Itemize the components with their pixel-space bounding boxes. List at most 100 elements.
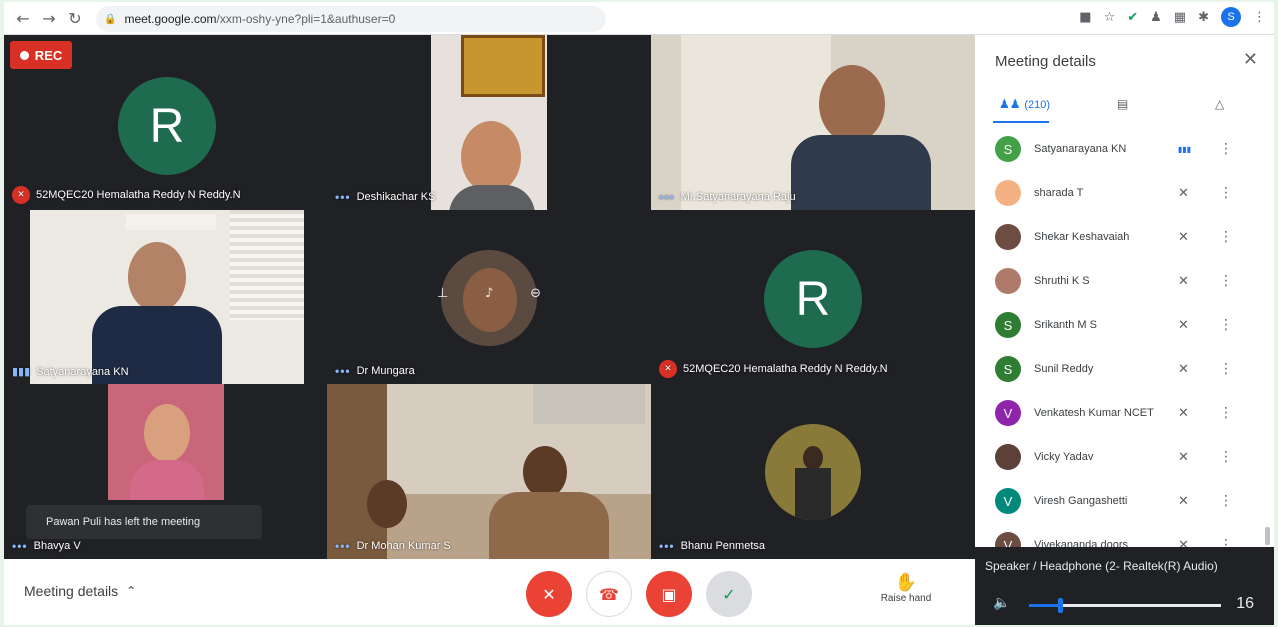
window-blinds [230, 210, 304, 320]
address-bar[interactable]: 🔒 meet.google.com /xxm-oshy-yne?pli=1&au… [96, 6, 606, 32]
mic-toggle-button[interactable]: ✕ [526, 571, 572, 617]
tile-name-label: Bhanu Penmetsa [680, 540, 765, 552]
participant-row[interactable]: S Satyanarayana KN ▮▮▮ ⋮ [975, 127, 1274, 171]
door-frame [327, 384, 387, 559]
participant-name: Venkatesh Kumar NCET [1034, 407, 1154, 419]
extension-icons: ■ ☆ ✔ ♟ ▦ ✱ S ⋮ [1079, 7, 1266, 27]
people-icon: ♟♟ [999, 97, 1021, 111]
remove-participant-icon[interactable]: ⊖ [530, 286, 541, 308]
extension-check-button[interactable]: ✓ [706, 571, 752, 617]
lock-icon: 🔒 [104, 13, 117, 25]
camera-toggle-button[interactable]: ▣ [646, 571, 692, 617]
meeting-details-button[interactable]: Meeting details ⌃ [24, 583, 136, 599]
mic-off-icon[interactable]: ✕ [1178, 274, 1189, 289]
participant-name: Viresh Gangashetti [1034, 495, 1128, 507]
video-tile[interactable]: ⊥ ♪ ⊖ ••• Dr Mungara [327, 210, 651, 384]
participant-row[interactable]: S Srikanth M S ✕ ⋮ [975, 303, 1274, 347]
video-tile[interactable]: ••• Mr.Satyanarayana Raju [651, 35, 975, 210]
more-options-icon[interactable]: ⋮ [1219, 405, 1233, 421]
mic-off-icon[interactable]: ✕ [1178, 230, 1189, 245]
wall-painting [461, 35, 545, 97]
audio-dots-icon: ••• [659, 539, 675, 553]
avatar: V [995, 488, 1021, 514]
forward-icon[interactable]: → [36, 5, 62, 31]
more-options-icon[interactable]: ⋮ [1219, 185, 1233, 201]
back-icon[interactable]: ← [10, 5, 36, 31]
puzzle-icon[interactable]: ✱ [1198, 10, 1209, 25]
participant-row[interactable]: sharada T ✕ ⋮ [975, 171, 1274, 215]
speaker-strip: Speaker / Headphone (2- Realtek(R) Audio… [975, 547, 1274, 625]
participant-row[interactable]: Vicky Yadav ✕ ⋮ [975, 435, 1274, 479]
check-extension-icon[interactable]: ✔ [1127, 10, 1138, 25]
camera-icon[interactable]: ■ [1079, 10, 1091, 25]
star-icon[interactable]: ☆ [1104, 10, 1116, 25]
participant-row[interactable]: Shruthi K S ✕ ⋮ [975, 259, 1274, 303]
mute-participant-icon[interactable]: ♪ [485, 286, 493, 308]
speaker-device-label: Speaker / Headphone (2- Realtek(R) Audio… [985, 559, 1218, 573]
raise-hand-label: Raise hand [880, 593, 932, 604]
participant-avatar: R [118, 77, 216, 175]
mic-off-icon[interactable]: ✕ [1178, 186, 1189, 201]
video-feed [431, 35, 547, 210]
more-options-icon[interactable]: ⋮ [1219, 493, 1233, 509]
video-tile[interactable]: ••• Dr Mohan Kumar S [327, 384, 651, 559]
participant-name: sharada T [1034, 187, 1084, 199]
video-tile[interactable]: ••• Bhanu Penmetsa [651, 384, 975, 559]
avatar: S [995, 312, 1021, 338]
more-options-icon[interactable]: ⋮ [1219, 537, 1233, 547]
participant-row[interactable]: Shekar Keshavaiah ✕ ⋮ [975, 215, 1274, 259]
video-feed [108, 384, 224, 500]
more-options-icon[interactable]: ⋮ [1219, 229, 1233, 245]
more-options-icon[interactable]: ⋮ [1219, 361, 1233, 377]
notice-board [533, 384, 645, 424]
participant-list-scrollbar[interactable] [1265, 527, 1270, 545]
speaking-icon[interactable]: ▮▮▮ [1178, 145, 1191, 154]
leave-call-button[interactable]: ☎ [586, 571, 632, 617]
participant-row[interactable]: V Venkatesh Kumar NCET ✕ ⋮ [975, 391, 1274, 435]
person-body [130, 460, 204, 500]
mic-off-icon[interactable]: ✕ [1178, 494, 1189, 509]
grid-extension-icon[interactable]: ▦ [1174, 10, 1186, 25]
mic-off-icon: ✕ [12, 186, 30, 204]
tab-people[interactable]: ♟♟ (210) [999, 97, 1050, 111]
video-grid: REC R ✕ 52MQEC20 Hemalatha Reddy N Reddy… [4, 35, 975, 559]
volume-fill [1029, 604, 1060, 607]
mic-off-icon[interactable]: ✕ [1178, 538, 1189, 548]
url-host: meet.google.com [124, 12, 217, 26]
profile-avatar[interactable]: S [1221, 7, 1241, 27]
pin-icon[interactable]: ⊥ [437, 286, 448, 308]
more-options-icon[interactable]: ⋮ [1219, 317, 1233, 333]
video-tile[interactable]: ••• Deshikachar KS [327, 35, 651, 210]
more-options-icon[interactable]: ⋮ [1219, 141, 1233, 157]
video-tile[interactable]: ▮▮▮ Satyanarayana KN [4, 210, 327, 384]
participant-name: Shruthi K S [1034, 275, 1090, 287]
participant-name: Sunil Reddy [1034, 363, 1094, 375]
volume-knob[interactable] [1057, 598, 1063, 613]
audio-dots-icon: ••• [335, 190, 351, 204]
volume-slider[interactable] [1029, 598, 1221, 613]
tab-chat[interactable]: ▤ [1117, 97, 1128, 111]
tab-activities[interactable]: △ [1215, 97, 1224, 111]
close-icon[interactable]: ✕ [1243, 49, 1258, 70]
video-tile[interactable]: R ✕ 52MQEC20 Hemalatha Reddy N Reddy.N [651, 210, 975, 384]
avatar: V [995, 400, 1021, 426]
raise-hand-button[interactable]: ✋ Raise hand [874, 573, 938, 605]
person-head [523, 446, 567, 498]
mic-off-icon[interactable]: ✕ [1178, 362, 1189, 377]
person-head [803, 446, 823, 470]
menu-icon[interactable]: ⋮ [1253, 10, 1266, 25]
avatar: S [995, 136, 1021, 162]
person-extension-icon[interactable]: ♟ [1150, 10, 1162, 25]
volume-icon[interactable]: 🔈 [993, 595, 1010, 611]
mic-off-icon[interactable]: ✕ [1178, 450, 1189, 465]
call-controls-bar: Meeting details ⌃ ✕ ☎ ▣ ✓ ✋ Raise hand [4, 559, 975, 625]
more-options-icon[interactable]: ⋮ [1219, 449, 1233, 465]
mic-off-icon[interactable]: ✕ [1178, 406, 1189, 421]
reload-icon[interactable]: ↻ [62, 5, 88, 31]
tile-name-label: Bhavya V [33, 540, 81, 552]
mic-off-icon[interactable]: ✕ [1178, 318, 1189, 333]
more-options-icon[interactable]: ⋮ [1219, 273, 1233, 289]
participant-row[interactable]: V Vivekananda doors ✕ ⋮ [975, 523, 1274, 547]
participant-row[interactable]: V Viresh Gangashetti ✕ ⋮ [975, 479, 1274, 523]
participant-row[interactable]: S Sunil Reddy ✕ ⋮ [975, 347, 1274, 391]
